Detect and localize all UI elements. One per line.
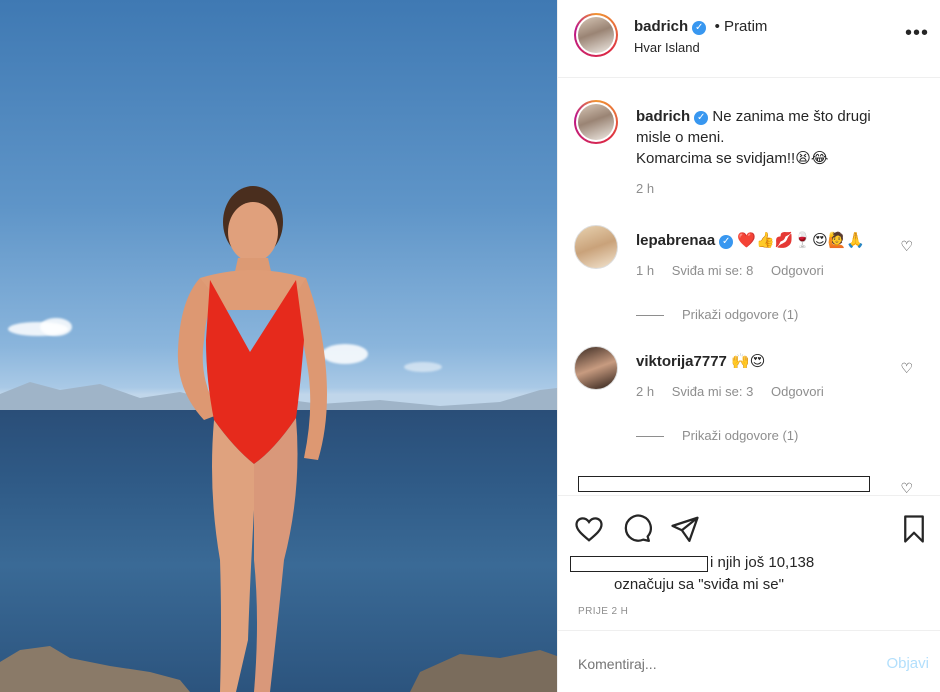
caption-avatar[interactable] bbox=[574, 100, 618, 144]
caption-time[interactable]: 2 h bbox=[636, 181, 654, 196]
post-sidebar: badrich ✓ • Pratim Hvar Island ••• badric… bbox=[557, 0, 940, 692]
location-link[interactable]: Hvar Island bbox=[634, 40, 700, 55]
commenter-avatar[interactable] bbox=[574, 346, 618, 390]
header-title-row: badrich ✓ • Pratim bbox=[634, 18, 767, 36]
show-replies-button[interactable]: Prikaži odgovore (1) bbox=[636, 428, 798, 443]
add-comment-section: Objavi bbox=[558, 630, 940, 692]
caption-line1: Ne zanima me što drugi bbox=[712, 108, 871, 125]
comment-text: 🙌😍 bbox=[731, 353, 766, 370]
comment-time[interactable]: 2 h bbox=[636, 384, 654, 399]
verified-badge-icon: ✓ bbox=[692, 21, 707, 35]
divider bbox=[636, 436, 664, 438]
post-actions: i njih još 10,138 označuju sa "sviđa mi … bbox=[558, 495, 940, 630]
commenter-username[interactable]: viktorija7777 bbox=[636, 353, 727, 370]
caption: badrich ✓ Ne zanima me što drugi misle o … bbox=[636, 106, 926, 196]
comment-input[interactable] bbox=[578, 656, 858, 672]
cloud bbox=[404, 362, 442, 372]
comments-list: badrich ✓ Ne zanima me što drugi misle o … bbox=[558, 78, 940, 495]
comment-text: ❤️👍💋🍷😍🙋🙏 bbox=[737, 232, 866, 249]
like-comment-heart-icon[interactable]: ♡ bbox=[900, 360, 913, 377]
comment-likes[interactable]: Sviđa mi se: 3 bbox=[672, 384, 754, 399]
verified-badge-icon: ✓ bbox=[694, 111, 709, 125]
reply-button[interactable]: Odgovori bbox=[771, 384, 824, 399]
redacted-liker bbox=[570, 556, 708, 572]
post-comment-button[interactable]: Objavi bbox=[886, 655, 929, 672]
post-timestamp[interactable]: PRIJE 2 H bbox=[578, 606, 628, 617]
share-paper-plane-icon[interactable] bbox=[670, 514, 700, 544]
commenter-username[interactable]: lepabrenaa bbox=[636, 232, 715, 249]
cloud bbox=[40, 318, 72, 336]
reply-button[interactable]: Odgovori bbox=[771, 263, 824, 278]
show-replies-label: Prikaži odgovore (1) bbox=[682, 428, 799, 443]
caption-line2: misle o meni. bbox=[636, 129, 725, 146]
likes-label: označuju sa "sviđa mi se" bbox=[614, 576, 784, 593]
comment-likes[interactable]: Sviđa mi se: 8 bbox=[672, 263, 754, 278]
avatar[interactable] bbox=[574, 13, 618, 57]
caption-username[interactable]: badrich bbox=[636, 108, 690, 125]
comment-bubble-icon[interactable] bbox=[622, 514, 652, 544]
post-photo[interactable] bbox=[0, 0, 557, 692]
comment-time[interactable]: 1 h bbox=[636, 263, 654, 278]
show-replies-button[interactable]: Prikaži odgovore (1) bbox=[636, 307, 798, 322]
redacted-comment bbox=[578, 476, 870, 492]
header-username[interactable]: badrich bbox=[634, 18, 688, 35]
like-heart-icon[interactable] bbox=[574, 514, 604, 544]
save-bookmark-icon[interactable] bbox=[899, 514, 929, 544]
more-options-icon[interactable]: ••• bbox=[905, 22, 929, 45]
like-comment-heart-icon[interactable]: ♡ bbox=[900, 480, 913, 495]
comment-item: lepabrenaa ✓ ❤️👍💋🍷😍🙋🙏 1 h Sviđa mi se: 8 … bbox=[636, 230, 886, 278]
post-header: badrich ✓ • Pratim Hvar Island ••• bbox=[558, 0, 940, 78]
divider bbox=[636, 315, 664, 317]
caption-line3: Komarcima se svidjam!!😫😂 bbox=[636, 150, 829, 167]
woman-in-red-swimsuit bbox=[177, 186, 327, 692]
like-comment-heart-icon[interactable]: ♡ bbox=[900, 238, 913, 255]
verified-badge-icon: ✓ bbox=[719, 235, 734, 249]
show-replies-label: Prikaži odgovore (1) bbox=[682, 307, 799, 322]
following-button[interactable]: • Pratim bbox=[715, 18, 768, 35]
commenter-avatar[interactable] bbox=[574, 225, 618, 269]
comment-item: viktorija7777 🙌😍 2 h Sviđa mi se: 3 Odgo… bbox=[636, 351, 886, 399]
likes-count[interactable]: i njih još 10,138 bbox=[710, 554, 814, 571]
